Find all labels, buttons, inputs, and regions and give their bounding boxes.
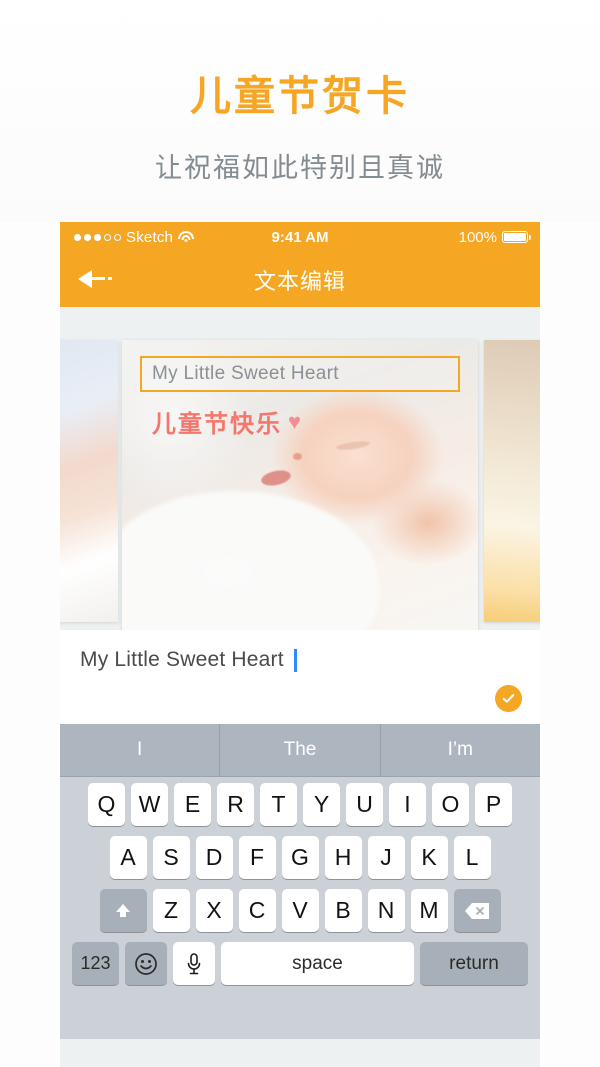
card-greeting-text: 儿童节快乐 (152, 411, 282, 438)
key-r[interactable]: R (217, 783, 254, 826)
keyboard-row-3: Z X C V B N M (60, 889, 540, 932)
nav-bar: 文本编辑 (60, 252, 540, 307)
key-j[interactable]: J (367, 836, 405, 879)
carousel-prev-card[interactable] (60, 340, 118, 622)
battery-percentage: 100% (458, 228, 497, 246)
status-bar: Sketch 9:41 AM 100% (60, 222, 540, 252)
return-key[interactable]: return (420, 942, 528, 985)
shift-up-icon[interactable] (99, 889, 147, 932)
status-bar-right: 100% (458, 228, 531, 246)
key-t[interactable]: T (260, 783, 297, 826)
greeting-card[interactable]: My Little Sweet Heart 儿童节快乐 ♥ (122, 340, 478, 630)
onscreen-keyboard[interactable]: Q W E R T Y U I O P A S D F G H J K L Z … (60, 777, 540, 1039)
check-circle-icon (502, 694, 515, 703)
phone-mockup: Sketch 9:41 AM 100% 文本编辑 My Little Sweet… (60, 222, 540, 1067)
text-input-panel[interactable]: My Little Sweet Heart (60, 630, 540, 724)
key-u[interactable]: U (346, 783, 383, 826)
page-subtitle: 让祝福如此特别且真诚 (155, 153, 445, 183)
key-m[interactable]: M (410, 889, 448, 932)
key-g[interactable]: G (281, 836, 319, 879)
suggestion-2[interactable]: The (219, 724, 379, 776)
confirm-button[interactable] (495, 685, 522, 712)
key-q[interactable]: Q (88, 783, 125, 826)
page-title: 儿童节贺卡 (190, 73, 410, 119)
key-z[interactable]: Z (152, 889, 190, 932)
numeric-mode-key[interactable]: 123 (72, 942, 119, 985)
card-text-field[interactable]: My Little Sweet Heart (140, 356, 460, 392)
key-k[interactable]: K (410, 836, 448, 879)
heart-icon: ♥ (288, 408, 304, 434)
suggestion-3[interactable]: I’m (379, 724, 540, 776)
autocomplete-bar[interactable]: I The I’m (60, 724, 540, 777)
nav-title: 文本编辑 (253, 268, 346, 294)
key-e[interactable]: E (174, 783, 211, 826)
key-f[interactable]: F (238, 836, 276, 879)
page-root: 儿童节贺卡 让祝福如此特别且真诚 Sketch 9:41 AM 100% 文本编… (0, 0, 600, 1067)
key-p[interactable]: P (475, 783, 512, 826)
key-d[interactable]: D (195, 836, 233, 879)
key-h[interactable]: H (324, 836, 362, 879)
keyboard-row-2: A S D F G H J K L (60, 836, 540, 879)
microphone-icon[interactable] (173, 942, 215, 985)
key-w[interactable]: W (131, 783, 168, 826)
key-x[interactable]: X (195, 889, 233, 932)
key-v[interactable]: V (281, 889, 319, 932)
key-y[interactable]: Y (303, 783, 340, 826)
key-i[interactable]: I (389, 783, 426, 826)
key-a[interactable]: A (109, 836, 147, 879)
card-text-value: My Little Sweet Heart (152, 363, 339, 384)
keyboard-row-1: Q W E R T Y U I O P (60, 783, 540, 826)
space-key[interactable]: space (221, 942, 414, 985)
key-o[interactable]: O (432, 783, 469, 826)
battery-icon (502, 231, 531, 243)
key-s[interactable]: S (152, 836, 190, 879)
backspace-icon[interactable] (453, 889, 501, 932)
key-n[interactable]: N (367, 889, 405, 932)
text-cursor (293, 648, 297, 672)
key-b[interactable]: B (324, 889, 362, 932)
suggestion-1[interactable]: I (60, 724, 219, 776)
text-input-value: My Little Sweet Heart (80, 648, 284, 671)
card-greeting: 儿童节快乐 ♥ (152, 404, 303, 439)
text-input-row[interactable]: My Little Sweet Heart (80, 648, 297, 672)
carousel-next-card[interactable] (484, 340, 540, 622)
key-l[interactable]: L (453, 836, 491, 879)
card-carousel[interactable]: My Little Sweet Heart 儿童节快乐 ♥ (60, 307, 540, 630)
smiley-icon[interactable] (125, 942, 167, 985)
key-c[interactable]: C (238, 889, 276, 932)
keyboard-row-4: 123 space return (60, 942, 540, 985)
promo-header: 儿童节贺卡 让祝福如此特别且真诚 (0, 0, 600, 222)
